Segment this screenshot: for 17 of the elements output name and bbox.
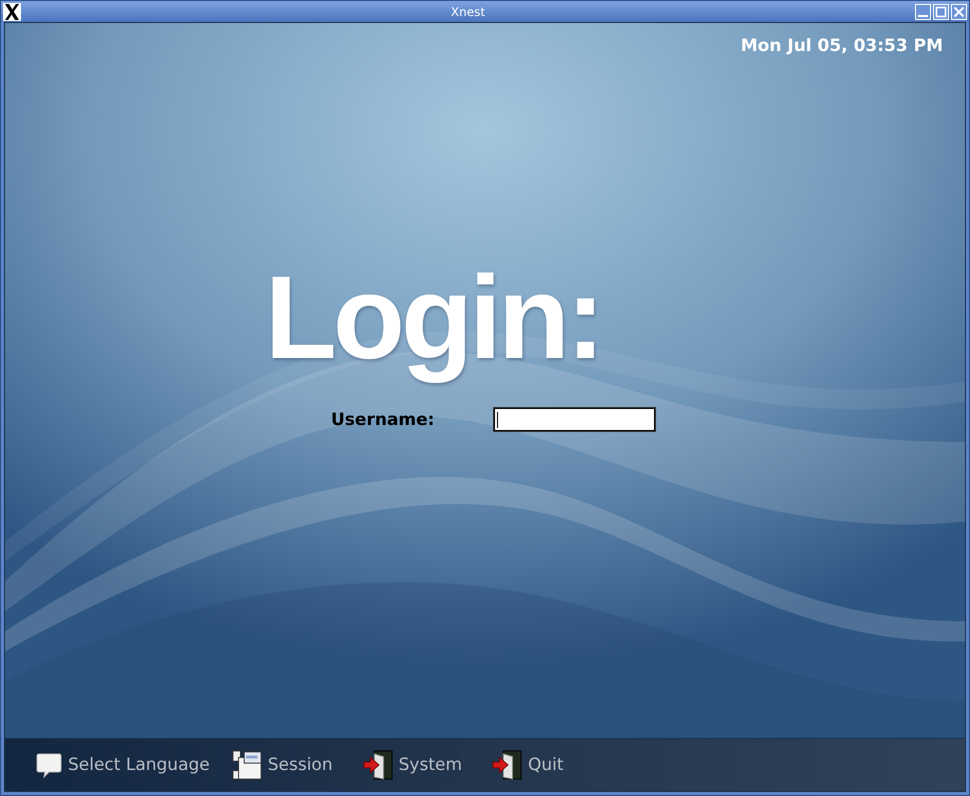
username-field[interactable] — [494, 408, 655, 431]
menu-button[interactable]: Session — [268, 755, 333, 775]
window-stack-icon — [232, 750, 262, 780]
login-heading: Login: — [264, 251, 602, 386]
speech-bubble-icon — [36, 752, 62, 778]
door-exit-icon — [362, 750, 393, 780]
clock-text: Mon Jul 05, 03:53 PM — [740, 35, 943, 57]
minimize-icon[interactable] — [915, 4, 931, 20]
menu-button[interactable]: Quit — [528, 755, 564, 775]
door-exit-icon — [492, 750, 522, 780]
maximize-icon[interactable] — [933, 4, 949, 20]
username-label: Username: — [331, 410, 436, 430]
menu-button[interactable]: System — [398, 755, 462, 775]
window-title: Xnest — [450, 4, 486, 18]
menu-button[interactable]: Select Language — [68, 755, 210, 775]
close-icon[interactable] — [951, 4, 967, 20]
x-logo-icon — [3, 2, 21, 20]
